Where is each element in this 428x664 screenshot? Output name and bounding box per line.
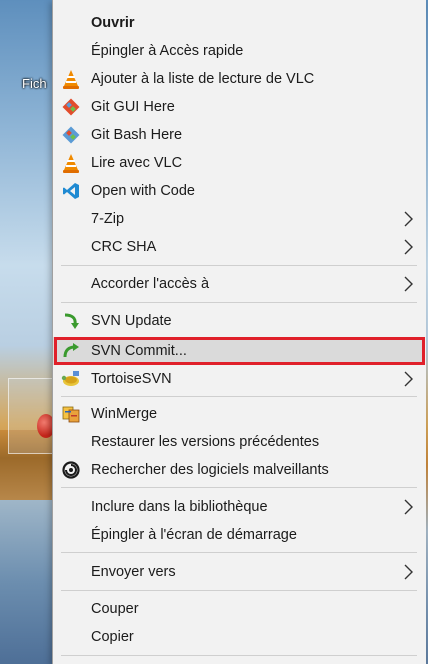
menu-item-scan-malware[interactable]: Rechercher des logiciels malveillants [53, 456, 425, 484]
menu-separator [61, 552, 417, 553]
menu-item-label: Accorder l'accès à [91, 276, 210, 292]
tortoisesvn-icon [61, 369, 81, 389]
menu-item-include-library[interactable]: Inclure dans la bibliothèque [53, 493, 425, 521]
menu-item-label: Git Bash Here [91, 127, 183, 143]
menu-item-label: Restaurer les versions précédentes [91, 434, 320, 450]
menu-item-open-with-code[interactable]: Open with Code [53, 177, 425, 205]
chevron-right-icon [404, 499, 413, 515]
menu-separator [61, 590, 417, 591]
chevron-right-icon [404, 239, 413, 255]
chevron-right-icon [404, 371, 413, 387]
git-gui-icon [61, 97, 81, 117]
menu-item-label: CRC SHA [91, 239, 157, 255]
winmerge-icon [61, 404, 81, 424]
menu-item-label: Couper [91, 601, 139, 617]
svn-update-icon [61, 311, 81, 331]
menu-item-tortoisesvn[interactable]: TortoiseSVN [53, 365, 425, 393]
menu-item-label: 7-Zip [91, 211, 125, 227]
chevron-right-icon [404, 276, 413, 292]
menu-item-label: Lire avec VLC [91, 155, 183, 171]
menu-item-label: Git GUI Here [91, 99, 175, 115]
git-bash-icon [61, 125, 81, 145]
desktop-icon-label[interactable]: Fich [22, 76, 47, 91]
menu-item-restore-versions[interactable]: Restaurer les versions précédentes [53, 428, 425, 456]
menu-item-git-gui[interactable]: Git GUI Here [53, 93, 425, 121]
menu-item-label: TortoiseSVN [91, 371, 172, 387]
vlc-icon [61, 69, 81, 89]
vscode-icon [61, 181, 81, 201]
menu-item-label: Rechercher des logiciels malveillants [91, 462, 329, 478]
context-menu: Ouvrir Épingler à Accès rapide Ajouter à… [52, 0, 426, 664]
chevron-right-icon [404, 564, 413, 580]
menu-item-winmerge[interactable]: WinMerge [53, 400, 425, 428]
menu-item-give-access[interactable]: Accorder l'accès à [53, 270, 425, 298]
menu-item-7zip[interactable]: 7-Zip [53, 205, 425, 233]
menu-item-label: Épingler à Accès rapide [91, 43, 244, 59]
menu-item-cut[interactable]: Couper [53, 595, 425, 623]
menu-item-play-vlc[interactable]: Lire avec VLC [53, 149, 425, 177]
menu-separator [61, 655, 417, 656]
menu-item-label: Open with Code [91, 183, 195, 199]
menu-item-label: Copier [91, 629, 134, 645]
landscape-water [0, 500, 60, 664]
menu-item-copy[interactable]: Copier [53, 623, 425, 651]
menu-item-label: Ouvrir [91, 15, 135, 31]
menu-item-label: SVN Update [91, 313, 172, 329]
menu-item-pin-quick-access[interactable]: Épingler à Accès rapide [53, 37, 425, 65]
menu-item-ouvrir[interactable]: Ouvrir [53, 9, 425, 37]
menu-item-vlc-playlist[interactable]: Ajouter à la liste de lecture de VLC [53, 65, 425, 93]
menu-separator [61, 396, 417, 397]
defender-icon [61, 460, 81, 480]
menu-item-svn-update[interactable]: SVN Update [53, 307, 425, 335]
menu-item-label: Inclure dans la bibliothèque [91, 499, 268, 515]
menu-item-label: Épingler à l'écran de démarrage [91, 527, 297, 543]
menu-item-pin-start[interactable]: Épingler à l'écran de démarrage [53, 521, 425, 549]
menu-separator [61, 487, 417, 488]
menu-item-label: Envoyer vers [91, 564, 176, 580]
menu-separator [61, 302, 417, 303]
menu-separator [61, 265, 417, 266]
menu-item-crc-sha[interactable]: CRC SHA [53, 233, 425, 261]
menu-item-label: WinMerge [91, 406, 158, 422]
annotation-highlight-box [54, 337, 425, 365]
menu-item-send-to[interactable]: Envoyer vers [53, 558, 425, 586]
menu-item-label: Ajouter à la liste de lecture de VLC [91, 71, 315, 87]
menu-item-git-bash[interactable]: Git Bash Here [53, 121, 425, 149]
vlc-icon [61, 153, 81, 173]
chevron-right-icon [404, 211, 413, 227]
